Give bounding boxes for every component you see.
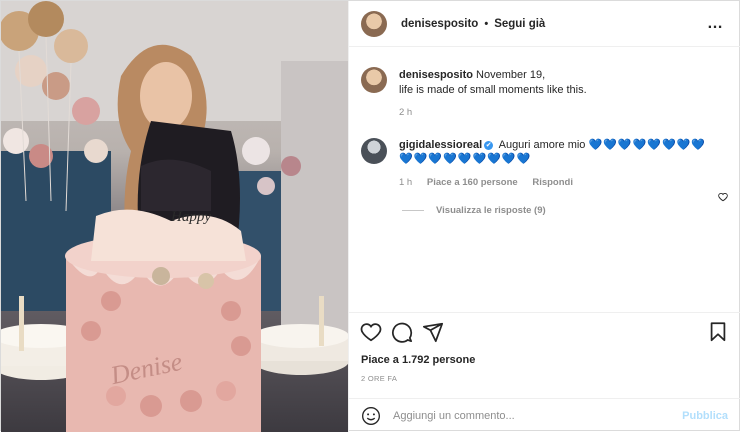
comment-line: gigidalessioreal ✔ Auguri amore mio 💙💙💙💙💙… xyxy=(399,138,719,153)
party-photo-illustration: Denise Happy xyxy=(1,1,348,432)
caption-text: life is made of small moments like this. xyxy=(399,84,587,96)
post-side-panel: denisesposito • Segui già … denisesposit… xyxy=(348,1,740,432)
header-separator: • xyxy=(484,17,489,30)
comment-likes[interactable]: Piace a 160 persone xyxy=(427,177,518,188)
comment-like-heart-icon[interactable] xyxy=(718,192,728,202)
comment-hearts-line2: 💙💙💙💙💙💙💙💙💙 xyxy=(399,153,532,165)
post-actions: Piace a 1.792 persone 2 ORE FA xyxy=(349,312,740,394)
post-timestamp[interactable]: 2 ORE FA xyxy=(361,374,397,383)
more-options-icon[interactable]: … xyxy=(707,15,724,33)
publish-button[interactable]: Pubblica xyxy=(682,410,728,422)
view-replies-label: Visualizza le risposte (9) xyxy=(436,205,546,216)
comment-text: Auguri amore mio xyxy=(498,139,586,151)
cake-topper: Happy xyxy=(170,209,211,225)
caption-date: November 19, xyxy=(476,69,546,81)
like-heart-icon[interactable] xyxy=(360,321,382,343)
caption-line: denisesposito November 19, xyxy=(399,68,545,83)
caption-age: 2 h xyxy=(399,107,413,118)
add-comment-bar: Pubblica xyxy=(349,398,740,432)
comment-hearts-line1: 💙💙💙💙💙💙💙💙 xyxy=(588,139,707,151)
replies-divider xyxy=(402,210,424,211)
caption-username[interactable]: denisesposito xyxy=(399,69,473,81)
comment-meta: 1 h Piace a 160 persone Rispondi xyxy=(399,177,573,188)
post-header: denisesposito • Segui già … xyxy=(349,1,740,47)
commenter-avatar[interactable] xyxy=(361,138,387,164)
reply-button[interactable]: Rispondi xyxy=(532,177,573,188)
emoji-smiley-icon[interactable] xyxy=(361,406,381,426)
comment-bubble-icon[interactable] xyxy=(391,321,413,343)
view-replies-button[interactable]: Visualizza le risposte (9) xyxy=(402,205,546,216)
comment-age: 1 h xyxy=(399,177,413,188)
comment-input[interactable] xyxy=(393,409,673,422)
comments-section: denisesposito November 19, life is made … xyxy=(349,48,740,312)
author-avatar[interactable] xyxy=(361,10,387,37)
verified-badge-icon: ✔ xyxy=(484,141,494,150)
instagram-post-modal: Denise Happy denisesposito • Segui già …… xyxy=(0,0,740,432)
save-bookmark-icon[interactable] xyxy=(707,321,729,343)
post-likes-count[interactable]: Piace a 1.792 persone xyxy=(361,354,475,366)
post-photo[interactable]: Denise Happy xyxy=(1,1,348,432)
caption-avatar[interactable] xyxy=(361,67,387,93)
commenter-username[interactable]: gigidalessioreal xyxy=(399,139,482,151)
following-button[interactable]: Segui già xyxy=(494,18,545,30)
share-plane-icon[interactable] xyxy=(422,321,444,343)
author-username[interactable]: denisesposito xyxy=(401,18,478,30)
